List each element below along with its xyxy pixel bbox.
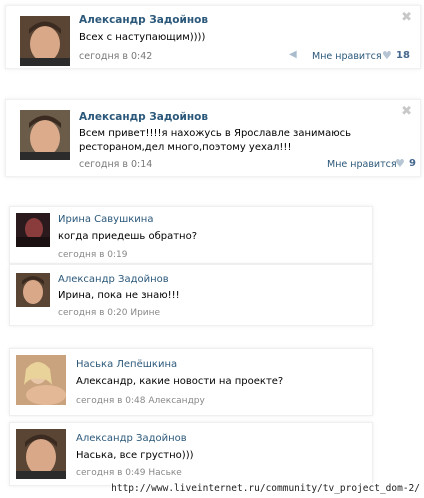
avatar[interactable] — [16, 213, 50, 247]
avatar[interactable] — [20, 110, 70, 160]
avatar-photo — [20, 16, 70, 66]
post-date[interactable]: сегодня в 0:14 — [79, 159, 152, 170]
comment-date[interactable]: сегодня в 0:49 Наське — [76, 468, 182, 478]
avatar[interactable] — [16, 429, 66, 479]
comment-text: Наська, все грустно))) — [76, 450, 194, 461]
comment-text: когда приедешь обратно? — [58, 231, 198, 242]
close-icon[interactable]: ✖ — [401, 10, 412, 25]
comment-date[interactable]: сегодня в 0:20 Ирине — [58, 308, 160, 318]
comment-author[interactable]: Ирина Савушкина — [58, 214, 153, 225]
comment-date[interactable]: сегодня в 0:48 Александру — [76, 396, 205, 406]
comment: Александр Задойнов Наська, все грустно))… — [10, 423, 372, 485]
avatar-photo — [16, 429, 66, 479]
wall-post: Александр Задойнов Всех с наступающим)))… — [6, 6, 420, 68]
comment-author[interactable]: Александр Задойнов — [76, 433, 187, 444]
post-text: Всех с наступающим)))) — [79, 32, 206, 43]
comment: Наська Лепёшкина Александр, какие новост… — [10, 349, 372, 415]
comment: Александр Задойнов Ирина, пока не знаю!!… — [10, 265, 372, 325]
post-author[interactable]: Александр Задойнов — [79, 111, 208, 123]
avatar-photo — [16, 355, 66, 405]
like-count: 18 — [396, 50, 410, 61]
avatar[interactable] — [16, 273, 50, 307]
avatar[interactable] — [16, 355, 66, 405]
avatar-photo — [16, 213, 50, 247]
comment-author[interactable]: Наська Лепёшкина — [76, 359, 177, 370]
close-icon[interactable]: ✖ — [401, 104, 412, 119]
avatar-photo — [16, 273, 50, 307]
avatar-photo — [20, 110, 70, 160]
watermark-url: http://www.liveinternet.ru/community/tv_… — [111, 483, 420, 494]
comment-author[interactable]: Александр Задойнов — [58, 274, 169, 285]
like-button[interactable]: Мне нравится — [327, 159, 397, 170]
comment-text: Александр, какие новости на проекте? — [76, 376, 284, 387]
heart-icon[interactable]: ♥ — [395, 157, 405, 170]
avatar[interactable] — [20, 16, 70, 66]
comment-text: Ирина, пока не знаю!!! — [58, 290, 180, 301]
share-icon[interactable]: ◀ — [289, 49, 297, 60]
comment: Ирина Савушкина когда приедешь обратно? … — [10, 207, 372, 263]
like-count: 9 — [409, 158, 416, 169]
like-button[interactable]: Мне нравится — [312, 51, 382, 62]
heart-icon[interactable]: ♥ — [382, 49, 392, 62]
post-text-line-2: ресторaном,дел много,поэтому уехал!!! — [79, 142, 292, 153]
wall-post: Александр Задойнов Всем привет!!!!я нахо… — [6, 100, 420, 176]
comment-date[interactable]: сегодня в 0:19 — [58, 250, 127, 260]
post-text-line-1: Всем привет!!!!я нахожусь в Ярославле за… — [79, 128, 352, 139]
post-author[interactable]: Александр Задойнов — [79, 14, 208, 26]
post-date[interactable]: сегодня в 0:42 — [79, 51, 152, 62]
